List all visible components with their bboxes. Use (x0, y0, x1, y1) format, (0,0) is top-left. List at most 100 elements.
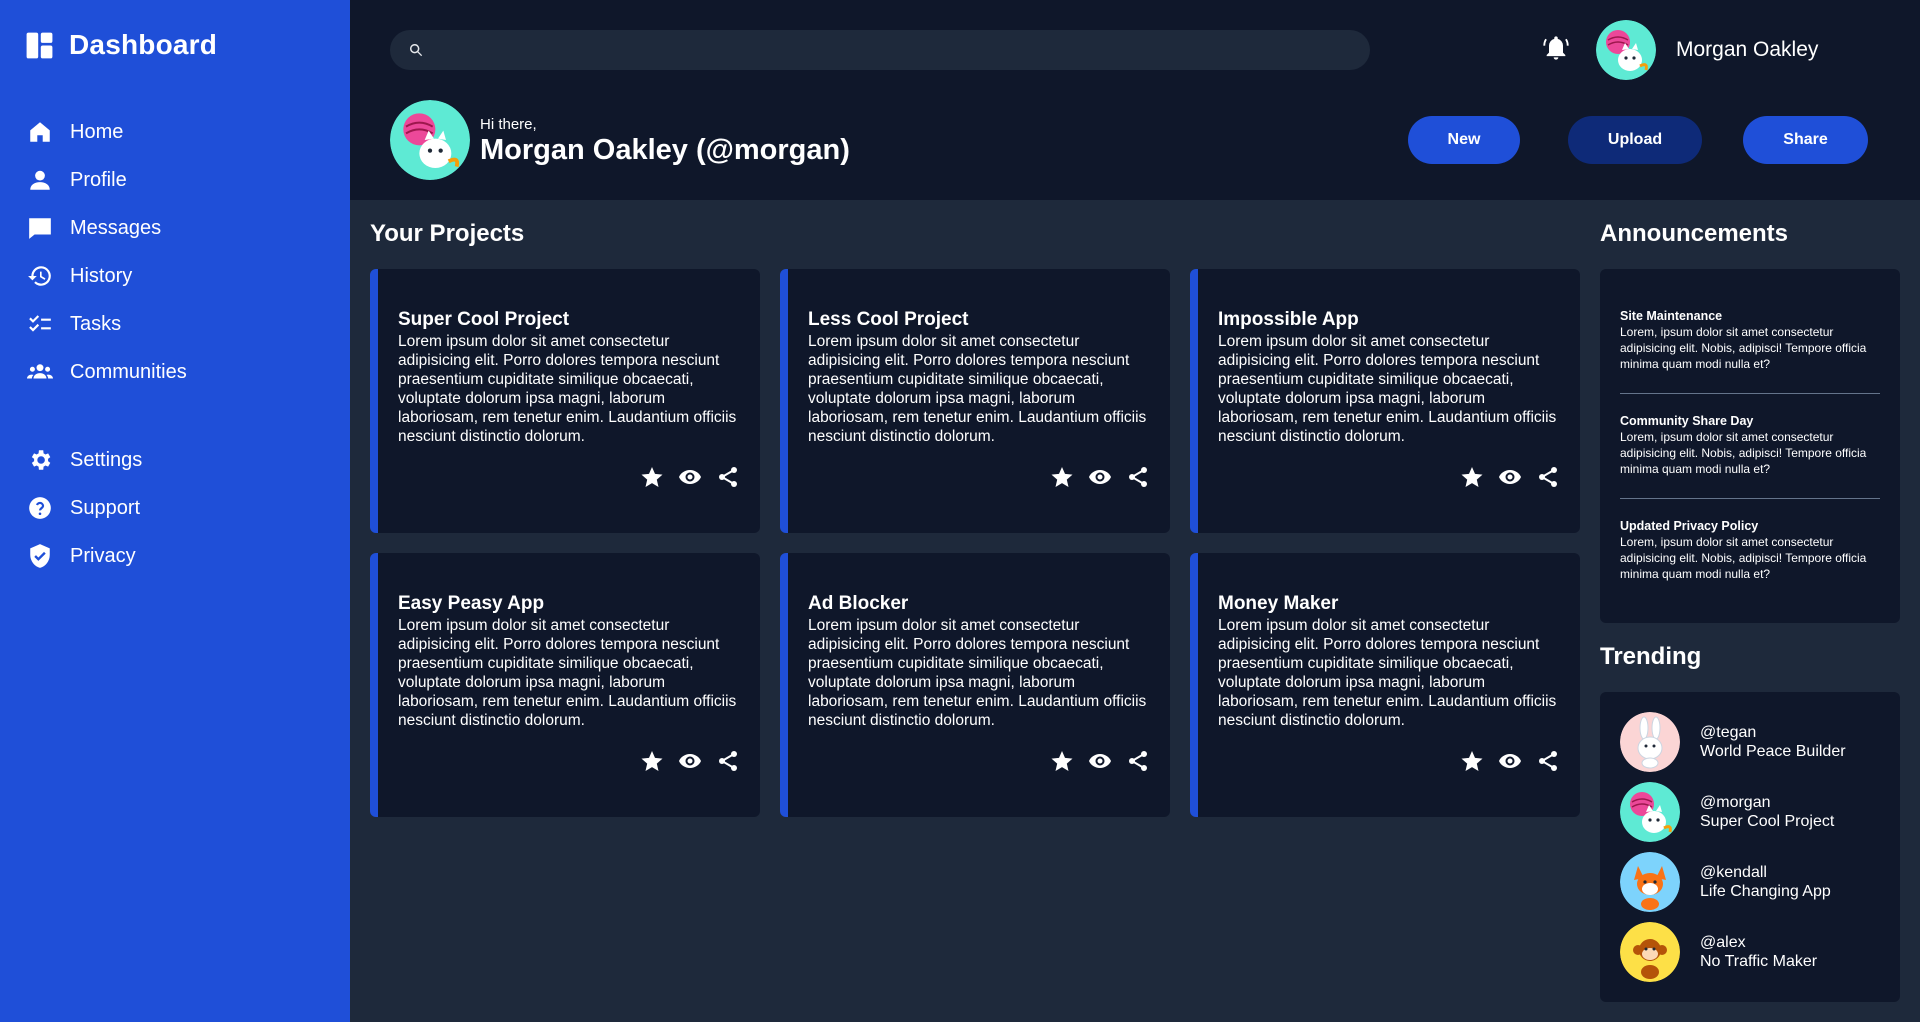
trending-item[interactable]: @alex No Traffic Maker (1620, 922, 1817, 982)
project-description: Lorem ipsum dolor sit amet consectetur a… (1218, 617, 1557, 729)
project-title: Less Cool Project (808, 309, 969, 330)
trending-project: World Peace Builder (1700, 743, 1846, 760)
star-icon[interactable] (1460, 749, 1484, 773)
project-actions (640, 465, 740, 489)
share-icon[interactable] (1536, 749, 1560, 773)
search-bar[interactable] (390, 30, 1370, 70)
sidebar-item-messages[interactable]: Messages (0, 204, 350, 252)
chat-icon (26, 214, 54, 242)
project-card[interactable]: Impossible App Lorem ipsum dolor sit ame… (1190, 269, 1580, 533)
sidebar-item-settings[interactable]: Settings (0, 436, 350, 484)
header: Morgan Oakley Hi there, Morgan Oakley (@… (350, 0, 1920, 200)
announcement-description: Lorem, ipsum dolor sit amet consectetur … (1620, 430, 1867, 476)
cat-avatar-icon (1620, 782, 1680, 842)
notification-bell-icon[interactable] (1542, 34, 1570, 62)
share-icon[interactable] (1126, 465, 1150, 489)
project-actions (1050, 749, 1150, 773)
announcement-title: Community Share Day (1620, 414, 1754, 428)
star-icon[interactable] (1050, 465, 1074, 489)
star-icon[interactable] (1460, 465, 1484, 489)
announcement-description: Lorem, ipsum dolor sit amet consectetur … (1620, 535, 1867, 581)
sidebar-item-label: Support (70, 496, 141, 519)
star-icon[interactable] (640, 465, 664, 489)
eye-icon[interactable] (678, 465, 702, 489)
trending-item[interactable]: @morgan Super Cool Project (1620, 782, 1834, 842)
project-card[interactable]: Ad Blocker Lorem ipsum dolor sit amet co… (780, 553, 1170, 817)
share-icon[interactable] (716, 465, 740, 489)
project-description: Lorem ipsum dolor sit amet consectetur a… (1218, 333, 1557, 445)
sidebar-item-communities[interactable]: Communities (0, 348, 350, 396)
trending-item[interactable]: @tegan World Peace Builder (1620, 712, 1846, 772)
brand-title: Dashboard (69, 29, 218, 60)
trending-handle: @tegan (1700, 724, 1757, 741)
sidebar-item-history[interactable]: History (0, 252, 350, 300)
project-description: Lorem ipsum dolor sit amet consectetur a… (808, 617, 1147, 729)
sidebar-spacer (0, 396, 350, 436)
shield-icon (26, 542, 54, 570)
eye-icon[interactable] (678, 749, 702, 773)
eye-icon[interactable] (1498, 749, 1522, 773)
gear-icon (26, 446, 54, 474)
sidebar-item-label: Home (70, 120, 124, 143)
project-actions (640, 749, 740, 773)
share-icon[interactable] (1536, 465, 1560, 489)
announcement-item[interactable]: Community Share Day Lorem, ipsum dolor s… (1620, 414, 1880, 477)
announcement-item[interactable]: Site Maintenance Lorem, ipsum dolor sit … (1620, 309, 1880, 372)
bunny-avatar-icon (1620, 712, 1680, 772)
project-description: Lorem ipsum dolor sit amet consectetur a… (398, 617, 737, 729)
share-button[interactable]: Share (1743, 116, 1868, 164)
sidebar-item-support[interactable]: Support (0, 484, 350, 532)
trending-project: Super Cool Project (1700, 813, 1835, 830)
greeting-text: Hi there, (480, 116, 537, 133)
profile-avatar (390, 100, 470, 180)
project-actions (1460, 465, 1560, 489)
brand[interactable]: Dashboard (0, 24, 350, 66)
help-icon (26, 494, 54, 522)
project-card[interactable]: Super Cool Project Lorem ipsum dolor sit… (370, 269, 760, 533)
dashboard-logo-icon (26, 32, 53, 58)
trending-title: Trending (1600, 643, 1702, 670)
project-description: Lorem ipsum dolor sit amet consectetur a… (808, 333, 1147, 445)
user-avatar[interactable] (1596, 20, 1656, 80)
star-icon[interactable] (1050, 749, 1074, 773)
project-description: Lorem ipsum dolor sit amet consectetur a… (398, 333, 737, 445)
search-icon (410, 44, 423, 57)
trending-handle: @kendall (1700, 864, 1767, 881)
announcements-panel: Site Maintenance Lorem, ipsum dolor sit … (1600, 269, 1900, 623)
trending-item[interactable]: @kendall Life Changing App (1620, 852, 1831, 912)
tasks-icon (26, 310, 54, 338)
trending-handle: @alex (1700, 934, 1746, 951)
share-icon[interactable] (1126, 749, 1150, 773)
eye-icon[interactable] (1498, 465, 1522, 489)
eye-icon[interactable] (1088, 465, 1112, 489)
announcement-description: Lorem, ipsum dolor sit amet consectetur … (1620, 325, 1867, 371)
sidebar-nav: Home Profile Messages History Tasks Comm… (0, 108, 350, 580)
announcements-title: Announcements (1600, 220, 1789, 247)
trending-project: Life Changing App (1700, 883, 1831, 900)
sidebar-item-label: Profile (70, 168, 127, 191)
history-icon (26, 262, 54, 290)
search-input[interactable] (436, 41, 1356, 59)
eye-icon[interactable] (1088, 749, 1112, 773)
sidebar-item-label: Messages (70, 216, 162, 239)
project-card[interactable]: Easy Peasy App Lorem ipsum dolor sit ame… (370, 553, 760, 817)
announcement-item[interactable]: Updated Privacy Policy Lorem, ipsum dolo… (1620, 519, 1880, 582)
sidebar-item-tasks[interactable]: Tasks (0, 300, 350, 348)
project-title: Money Maker (1218, 593, 1339, 614)
sidebar-item-home[interactable]: Home (0, 108, 350, 156)
user-name[interactable]: Morgan Oakley (1676, 38, 1818, 62)
cat-avatar-icon (390, 100, 470, 180)
project-card[interactable]: Less Cool Project Lorem ipsum dolor sit … (780, 269, 1170, 533)
share-icon[interactable] (716, 749, 740, 773)
project-actions (1050, 465, 1150, 489)
new-button[interactable]: New (1408, 116, 1520, 164)
sidebar-item-profile[interactable]: Profile (0, 156, 350, 204)
project-title: Ad Blocker (808, 593, 909, 614)
project-card[interactable]: Money Maker Lorem ipsum dolor sit amet c… (1190, 553, 1580, 817)
upload-button[interactable]: Upload (1568, 116, 1702, 164)
home-icon (26, 118, 54, 146)
star-icon[interactable] (640, 749, 664, 773)
sidebar-item-privacy[interactable]: Privacy (0, 532, 350, 580)
announcement-title: Updated Privacy Policy (1620, 519, 1759, 533)
fox-avatar-icon (1620, 852, 1680, 912)
